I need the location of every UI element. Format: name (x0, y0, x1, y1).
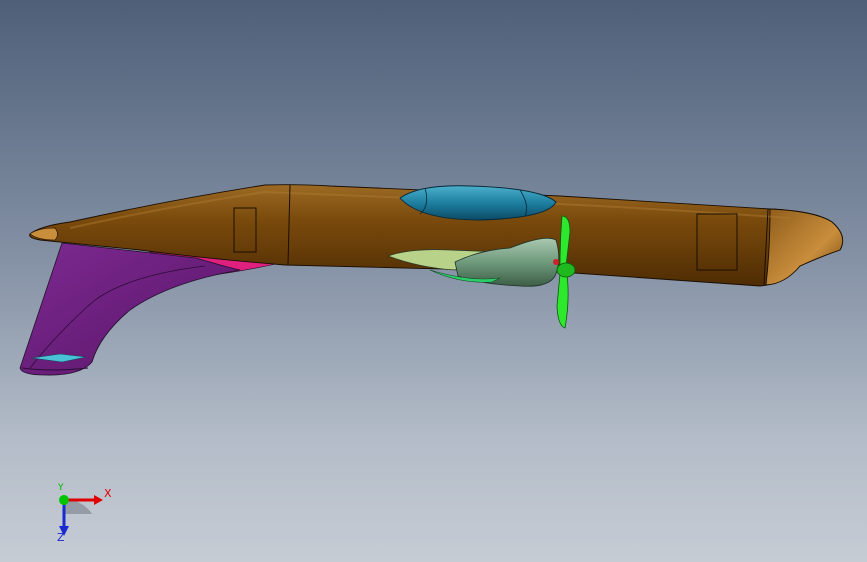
aircraft-model[interactable] (0, 0, 867, 562)
x-axis-label: X (104, 487, 112, 500)
spinner-tip (553, 259, 559, 265)
nose-cone (765, 208, 844, 286)
graphics-viewport[interactable]: X Y Z (0, 0, 867, 562)
propeller-hub (556, 262, 576, 278)
wing[interactable] (19, 242, 286, 376)
propeller-blade-lower (556, 273, 569, 329)
z-axis-label: Z (57, 531, 65, 544)
y-axis-label: Y (58, 483, 64, 493)
